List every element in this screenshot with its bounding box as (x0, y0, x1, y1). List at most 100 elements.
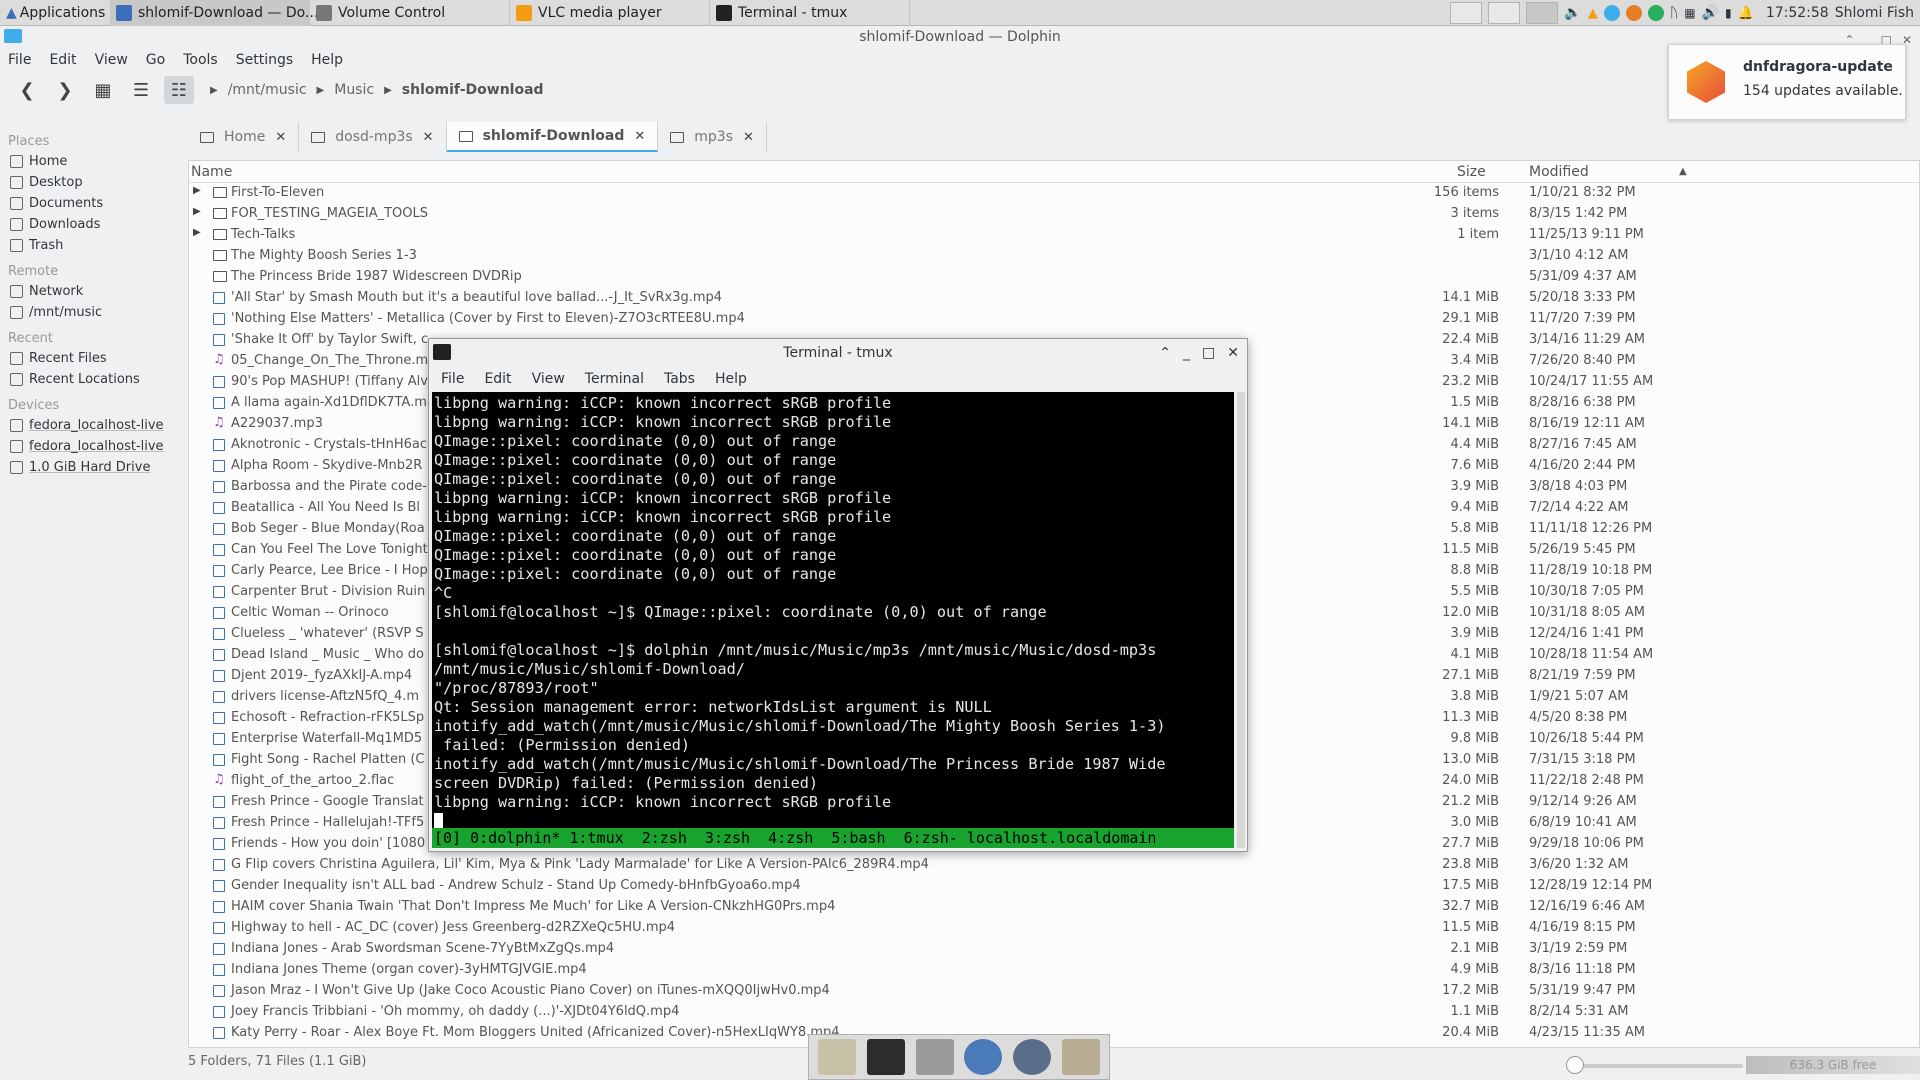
file-row[interactable]: Joey Francis Tribbiani - 'Oh mommy, oh d… (189, 1002, 1919, 1023)
expand-arrow-icon[interactable]: ▶ (193, 185, 201, 196)
web-browser-launcher-icon[interactable] (964, 1039, 1003, 1075)
details-view-icon[interactable]: ☷ (164, 76, 194, 104)
file-row[interactable]: G Flip covers Christina Aguilera, Lil' K… (189, 855, 1919, 876)
file-row[interactable]: 'Nothing Else Matters' - Metallica (Cove… (189, 309, 1919, 330)
file-row[interactable]: Indiana Jones - Arab Swordsman Scene-7Yy… (189, 939, 1919, 960)
tab-close-icon[interactable]: ✕ (634, 129, 645, 144)
dolphin-titlebar[interactable]: shlomif-Download — Dolphin ⌃ _ □ ✕ (0, 26, 1920, 48)
update-notification[interactable]: dnfdragora-update 154 updates available. (1668, 44, 1906, 120)
terminal-close-button[interactable]: ✕ (1227, 339, 1239, 367)
place-item[interactable]: Trash (0, 235, 180, 256)
column-size[interactable]: Size (1457, 164, 1486, 180)
taskbar-item[interactable]: VLC media player (510, 0, 710, 26)
video-file-icon (213, 691, 225, 703)
terminal-minimize-button[interactable]: _ (1183, 339, 1190, 367)
package-tray-icon[interactable] (1625, 5, 1642, 21)
terminal-menu-view[interactable]: View (532, 371, 565, 387)
applications-menu-button[interactable]: ▲ Applications (0, 0, 110, 26)
file-manager-launcher-icon[interactable] (915, 1039, 954, 1075)
place-item[interactable]: Downloads (0, 214, 180, 235)
file-row[interactable]: Jason Mraz - I Won't Give Up (Jake Coco … (189, 981, 1919, 1002)
place-item[interactable]: Network (0, 281, 180, 302)
file-row[interactable]: 'All Star' by Smash Mouth but it's a bea… (189, 288, 1919, 309)
folder-launcher-icon[interactable] (1061, 1039, 1100, 1075)
zoom-slider-handle[interactable] (1566, 1056, 1584, 1074)
place-item[interactable]: Documents (0, 193, 180, 214)
place-item[interactable]: Home (0, 151, 180, 172)
tab-dosd-mp3s[interactable]: dosd-mp3s ✕ (299, 122, 447, 152)
expand-arrow-icon[interactable]: ▶ (193, 227, 201, 238)
menu-settings[interactable]: Settings (236, 52, 293, 68)
file-row[interactable]: HAIM cover Shania Twain 'That Don't Impr… (189, 897, 1919, 918)
notification-bell-icon[interactable]: 🔔 (1738, 6, 1754, 21)
volume-icon[interactable]: 🔊 (1702, 5, 1719, 21)
battery-icon[interactable]: ▮ (1725, 6, 1732, 20)
forward-icon[interactable]: ❯ (50, 76, 80, 104)
user-name[interactable]: Shlomi Fish (1835, 5, 1914, 21)
menu-help[interactable]: Help (311, 52, 343, 68)
zoom-slider[interactable] (1568, 1064, 1743, 1068)
place-item[interactable]: Desktop (0, 172, 180, 193)
file-row[interactable]: ▶ FOR_TESTING_MAGEIA_TOOLS 3 items 8/3/15 1… (189, 204, 1919, 225)
menu-tools[interactable]: Tools (183, 52, 218, 68)
file-row[interactable]: ▶ Tech-Talks 1 item 11/25/13 9:11 PM (189, 225, 1919, 246)
terminal-maximize-button[interactable]: □ (1202, 339, 1215, 367)
expand-arrow-icon[interactable]: ▶ (193, 206, 201, 217)
terminal-shade-button[interactable]: ⌃ (1159, 339, 1171, 367)
terminal-launcher-icon[interactable] (866, 1039, 905, 1075)
column-name[interactable]: Name (191, 164, 232, 180)
tab-close-icon[interactable]: ✕ (423, 130, 434, 145)
terminal-menu-tabs[interactable]: Tabs (664, 371, 695, 387)
workspace-1-icon[interactable] (1450, 2, 1483, 24)
taskbar-item[interactable]: Volume Control (310, 0, 510, 26)
place-item[interactable]: Recent Files (0, 348, 180, 369)
menu-file[interactable]: File (8, 52, 31, 68)
vlc-tray-icon[interactable]: ▲ (1588, 6, 1598, 21)
icons-view-icon[interactable]: ▦ (88, 76, 118, 104)
file-row[interactable]: Gender Inequality isn't ALL bad - Andrew… (189, 876, 1919, 897)
file-row[interactable]: ▶ First-To-Eleven 156 items 1/10/21 8:32 PM (189, 183, 1919, 204)
place-item[interactable]: 1.0 GiB Hard Drive (0, 457, 180, 478)
bluetooth-icon[interactable]: ᚢ (1670, 5, 1678, 21)
place-item[interactable]: fedora_localhost-live (0, 415, 180, 436)
terminal-menu-file[interactable]: File (441, 371, 464, 387)
clock[interactable]: 17:52:58 (1766, 5, 1829, 21)
file-row[interactable]: Highway to hell - AC_DC (cover) Jess Gre… (189, 918, 1919, 939)
tab-mp3s[interactable]: mp3s ✕ (658, 122, 767, 152)
workspace-3-icon[interactable] (1526, 2, 1559, 24)
tab-close-icon[interactable]: ✕ (275, 130, 286, 145)
update-tray-icon[interactable] (1603, 5, 1620, 21)
workspace-2-icon[interactable] (1488, 2, 1521, 24)
compact-view-icon[interactable]: ☰ (126, 76, 156, 104)
search-launcher-icon[interactable] (1012, 1039, 1051, 1075)
menu-edit[interactable]: Edit (49, 52, 76, 68)
terminal-menu-terminal[interactable]: Terminal (585, 371, 644, 387)
terminal-screen[interactable]: libpng warning: iCCP: known incorrect sR… (432, 392, 1234, 848)
tab-home[interactable]: Home ✕ (188, 122, 300, 152)
desktop-folder-icon[interactable] (818, 1039, 857, 1075)
menu-view[interactable]: View (95, 52, 128, 68)
terminal-menu-edit[interactable]: Edit (484, 371, 511, 387)
taskbar-item[interactable]: shlomif-Download — Do... (110, 0, 318, 26)
column-modified[interactable]: Modified (1529, 164, 1589, 180)
tab-close-icon[interactable]: ✕ (743, 130, 754, 145)
place-item[interactable]: fedora_localhost-live (0, 436, 180, 457)
tab-shlomif-download[interactable]: shlomif-Download ✕ (446, 122, 659, 152)
file-row[interactable]: The Princess Bride 1987 Widescreen DVDRi… (189, 267, 1919, 288)
network-signal-icon[interactable]: ▦ (1684, 6, 1695, 20)
terminal-menu-help[interactable]: Help (715, 371, 747, 387)
file-row[interactable]: The Mighty Boosh Series 1-3 3/1/10 4:12 A… (189, 246, 1919, 267)
taskbar-item[interactable]: Terminal - tmux (710, 0, 910, 26)
place-item[interactable]: /mnt/music (0, 302, 180, 323)
breadcrumb-item[interactable]: Music (334, 82, 374, 98)
breadcrumb-item[interactable]: /mnt/music (228, 82, 307, 98)
breadcrumb-item[interactable]: shlomif-Download (402, 82, 544, 98)
terminal-scrollbar[interactable] (1237, 392, 1245, 848)
back-icon[interactable]: ❮ (12, 76, 42, 104)
speaker-icon[interactable]: 🔈 (1564, 5, 1581, 21)
file-row[interactable]: Indiana Jones Theme (organ cover)-3yHMTG… (189, 960, 1919, 981)
menu-go[interactable]: Go (146, 52, 165, 68)
terminal-titlebar[interactable]: Terminal - tmux ⌃ _ □ ✕ (429, 339, 1247, 367)
chat-tray-icon[interactable] (1647, 5, 1664, 21)
place-item[interactable]: Recent Locations (0, 369, 180, 390)
